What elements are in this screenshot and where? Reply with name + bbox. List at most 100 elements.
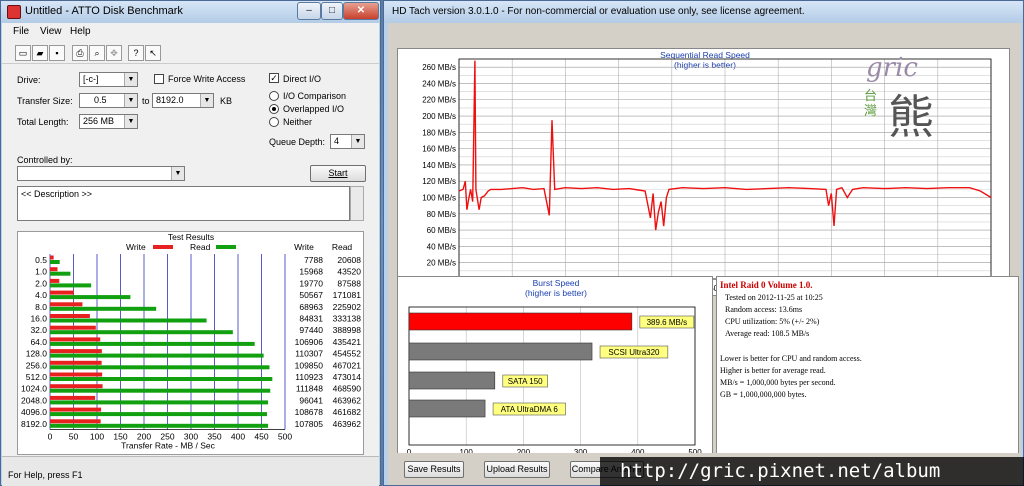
- upload-results-button[interactable]: Upload Results: [484, 461, 550, 478]
- close-button[interactable]: ✕: [343, 2, 379, 20]
- queue-depth-select[interactable]: 4 ▼: [330, 134, 365, 149]
- atto-menubar: File View Help: [2, 23, 379, 42]
- read-value: 43520: [337, 267, 361, 277]
- category-label: 64.0: [30, 337, 47, 347]
- transfer-to-select[interactable]: 8192.0 ▼: [152, 93, 214, 108]
- write-value: 15968: [299, 267, 323, 277]
- write-value: 84831: [299, 314, 323, 324]
- info-line: Random access: 13.6ms: [725, 305, 803, 314]
- category-label: 8192.0: [21, 419, 47, 429]
- write-value: 109850: [295, 360, 324, 370]
- y-tick-label: 80 MB/s: [427, 210, 456, 219]
- chevron-down-icon: ▼: [124, 115, 137, 128]
- write-value: 50567: [299, 290, 323, 300]
- help-icon[interactable]: ?: [128, 45, 144, 61]
- read-bar: [50, 306, 157, 311]
- write-bar: [50, 278, 60, 283]
- burst-subtitle: (higher is better): [525, 288, 587, 298]
- save-disk-icon[interactable]: ▪: [49, 45, 65, 61]
- read-bar: [50, 400, 269, 405]
- description-scrollbar[interactable]: [350, 186, 364, 221]
- write-bar: [50, 337, 101, 342]
- read-bar: [50, 330, 233, 335]
- write-value: 108678: [295, 407, 324, 417]
- drive-label: Drive:: [17, 75, 41, 85]
- total-length-select[interactable]: 256 MB ▼: [79, 114, 138, 129]
- info-note: MB/s = 1,000,000 bytes per second.: [720, 378, 836, 387]
- start-label: Start: [328, 168, 348, 178]
- neither-label: Neither: [283, 117, 313, 127]
- write-bar: [50, 407, 102, 412]
- category-label: 512.0: [26, 372, 48, 382]
- atto-results-panel: Test Results Write Read Write Read 0 50 100 150 2…: [17, 231, 364, 455]
- save-results-button[interactable]: Save Results: [404, 461, 464, 478]
- read-bar: [50, 423, 269, 428]
- chevron-down-icon: ▼: [124, 73, 137, 86]
- transfer-from-select[interactable]: 0.5 ▼: [79, 93, 138, 108]
- read-bar: [50, 283, 92, 288]
- read-bar: [50, 377, 273, 381]
- info-note: Lower is better for CPU and random acces…: [720, 354, 862, 363]
- y-tick-label: 100 MB/s: [422, 194, 456, 203]
- read-value: 454552: [333, 349, 362, 359]
- y-tick-label: 140 MB/s: [422, 161, 456, 170]
- description-textarea[interactable]: << Description >>: [17, 186, 350, 221]
- atto-titlebar[interactable]: Untitled - ATTO Disk Benchmark – □ ✕: [1, 1, 380, 23]
- overlapped-io-radio[interactable]: [269, 104, 279, 114]
- move-icon[interactable]: ✥: [106, 45, 122, 61]
- read-value: 463962: [333, 419, 362, 429]
- write-bar: [50, 360, 102, 365]
- burst-label: SCSI Ultra320: [608, 348, 660, 357]
- read-bar: [50, 353, 264, 358]
- read-value: 20608: [337, 255, 361, 265]
- direct-io-checkbox[interactable]: ✓: [269, 73, 279, 83]
- io-comparison-label: I/O Comparison: [283, 91, 347, 101]
- atto-chart-title: Test Results: [168, 232, 214, 242]
- print-preview-icon[interactable]: ⌕: [89, 45, 105, 61]
- y-tick-label: 180 MB/s: [422, 128, 456, 137]
- seq-subtitle: (higher is better): [674, 60, 736, 70]
- category-label: 32.0: [30, 325, 47, 335]
- menu-file[interactable]: File: [13, 26, 29, 37]
- write-value: 106906: [295, 337, 324, 347]
- write-bar: [50, 314, 90, 318]
- minimize-button[interactable]: –: [297, 2, 321, 20]
- hdtach-titlebar[interactable]: HD Tach version 3.0.1.0 - For non-commer…: [384, 1, 1023, 23]
- write-bar: [50, 372, 103, 377]
- hdtach-window: HD Tach version 3.0.1.0 - For non-commer…: [383, 0, 1024, 486]
- menu-view[interactable]: View: [40, 26, 62, 37]
- menu-help[interactable]: Help: [70, 26, 91, 37]
- controlled-by-select[interactable]: ▼: [17, 166, 185, 181]
- read-value: 468590: [333, 384, 362, 394]
- drive-select[interactable]: [-c-] ▼: [79, 72, 138, 87]
- write-value: 110923: [295, 372, 323, 382]
- overlapped-io-label: Overlapped I/O: [283, 104, 345, 114]
- start-button[interactable]: Start: [310, 165, 366, 182]
- read-value: 87588: [337, 278, 361, 288]
- x-tick-label: 500: [278, 432, 292, 442]
- info-title: Intel Raid 0 Volume 1.0.: [720, 280, 813, 290]
- transfer-to-value: 8192.0: [156, 95, 184, 105]
- burst-bar: [408, 342, 593, 361]
- maximize-button[interactable]: □: [321, 2, 343, 20]
- category-label: 16.0: [30, 314, 47, 324]
- category-label: 1024.0: [21, 384, 47, 394]
- chevron-down-icon: ▼: [171, 167, 184, 180]
- chevron-down-icon: ▼: [124, 94, 137, 107]
- legend-write-label: Write: [126, 242, 146, 252]
- save-results-label: Save Results: [407, 464, 461, 474]
- gric-logo: gric 台灣 熊: [856, 53, 976, 153]
- category-label: 4.0: [35, 290, 47, 300]
- hdtach-title: HD Tach version 3.0.1.0 - For non-commer…: [392, 6, 805, 17]
- info-note: GB = 1,000,000,000 bytes.: [720, 390, 807, 399]
- atto-toolbar: ▭ ▰ ▪ ⎙ ⌕ ✥ ? ↖: [2, 42, 379, 64]
- force-write-checkbox[interactable]: [154, 74, 164, 84]
- neither-radio[interactable]: [269, 117, 279, 127]
- open-folder-icon[interactable]: ▰: [32, 45, 48, 61]
- context-help-icon[interactable]: ↖: [145, 45, 161, 61]
- print-icon[interactable]: ⎙: [72, 45, 88, 61]
- new-file-icon[interactable]: ▭: [15, 45, 31, 61]
- transfer-from-value: 0.5: [94, 95, 107, 105]
- io-comparison-radio[interactable]: [269, 91, 279, 101]
- read-value: 435421: [333, 337, 362, 347]
